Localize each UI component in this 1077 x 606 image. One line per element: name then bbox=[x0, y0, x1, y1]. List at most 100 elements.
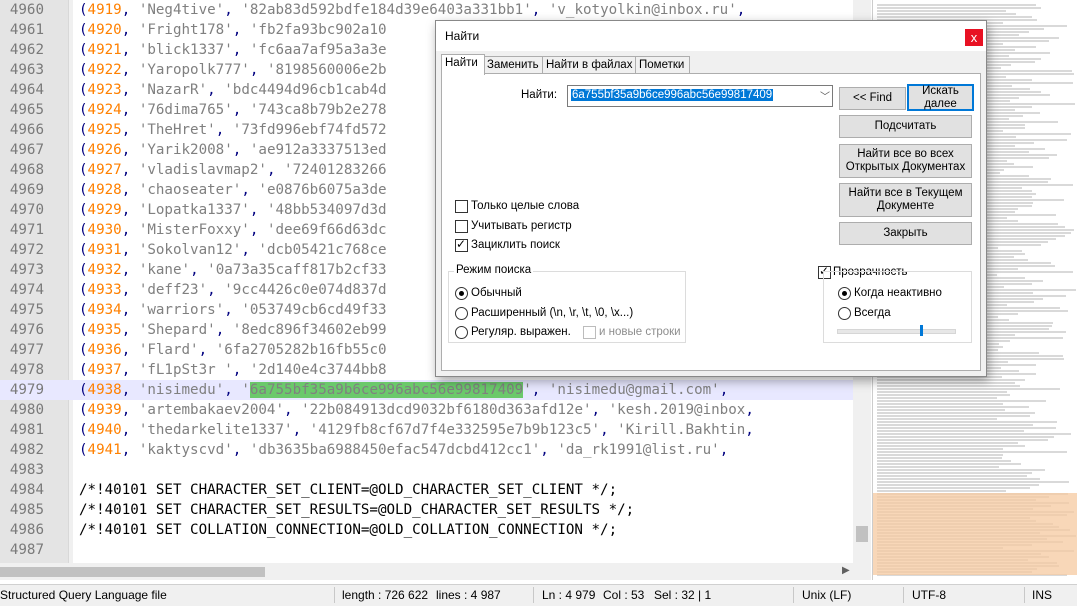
paren: ( bbox=[79, 322, 88, 338]
find-next-button[interactable]: Искать далее bbox=[907, 84, 974, 111]
wrap-around-checkbox[interactable] bbox=[455, 237, 468, 252]
comma: , bbox=[121, 442, 139, 458]
transparency-on-lose-focus-label: Когда неактивно bbox=[854, 287, 942, 299]
dialog-titlebar[interactable]: Найти x bbox=[436, 21, 986, 51]
status-lines: lines : 4 987 bbox=[436, 588, 501, 602]
username: 'Yaropolk777' bbox=[138, 62, 250, 78]
document-map-row bbox=[877, 478, 1040, 480]
status-filetype: Structured Query Language file bbox=[0, 588, 167, 602]
document-map-row bbox=[877, 4, 1036, 6]
document-map-row bbox=[877, 490, 1006, 492]
line-code: (4924, '76dima765', '743ca8b79b2e278 bbox=[79, 100, 387, 120]
comma: , bbox=[121, 82, 139, 98]
document-map-row bbox=[877, 454, 1003, 456]
mode-normal-label: Обычный bbox=[471, 287, 522, 299]
mode-extended-radio[interactable] bbox=[455, 307, 468, 320]
code-line[interactable]: 4983 bbox=[0, 460, 853, 480]
email: 'v_kotyolkin@inbox.ru' bbox=[548, 2, 737, 18]
horizontal-scrollbar[interactable]: ▶ bbox=[0, 563, 853, 580]
username: 'NazarR' bbox=[138, 82, 208, 98]
comma: , bbox=[284, 402, 302, 418]
code-line[interactable]: 4985 /*!40101 SET CHARACTER_SET_RESULTS=@… bbox=[0, 500, 853, 520]
scroll-up-icon[interactable] bbox=[853, 0, 871, 17]
comma: , bbox=[232, 442, 250, 458]
mode-normal-radio[interactable] bbox=[455, 287, 468, 300]
status-eol: Unix (LF) bbox=[802, 588, 852, 602]
username: 'deff23' bbox=[138, 282, 208, 298]
find-all-current-doc-button[interactable]: Найти все в Текущем Документе bbox=[839, 183, 972, 217]
vertical-scroll-thumb[interactable] bbox=[856, 526, 868, 542]
row-id: 4929 bbox=[87, 202, 122, 218]
transparency-always-label: Всегда bbox=[854, 307, 891, 319]
tab-find[interactable]: Найти bbox=[441, 54, 485, 75]
code-line[interactable]: 4987 bbox=[0, 540, 853, 560]
line-number: 4986 bbox=[9, 522, 44, 538]
username: 'vladislavmap2' bbox=[138, 162, 267, 178]
count-button[interactable]: Подсчитать bbox=[839, 115, 972, 138]
find-input[interactable]: 6a755bf35a9b6ce996abc56e99817409 ﹀ bbox=[567, 85, 833, 107]
document-map-row bbox=[877, 433, 1071, 435]
paren: ( bbox=[79, 22, 88, 38]
username: 'blick1337' bbox=[138, 42, 233, 58]
transparency-slider-thumb[interactable] bbox=[920, 325, 923, 336]
line-code: (4921, 'blick1337', 'fc6aa7af95a3a3e bbox=[79, 40, 387, 60]
code-line[interactable]: 4980 (4939, 'artembakaev2004', '22b084913… bbox=[0, 400, 853, 420]
tab-find-in-files[interactable]: Найти в файлах bbox=[542, 56, 636, 74]
document-map-viewport[interactable] bbox=[873, 493, 1077, 575]
chevron-down-icon[interactable]: ﹀ bbox=[820, 88, 830, 103]
transparency-always-radio[interactable] bbox=[838, 307, 851, 320]
paren: ( bbox=[79, 342, 88, 358]
username: 'Neg4tive' bbox=[138, 2, 225, 18]
line-code: (4939, 'artembakaev2004', '22b084913dcd9… bbox=[79, 400, 762, 420]
status-ln: Ln : 4 979 bbox=[542, 588, 596, 602]
code-line[interactable]: 4986 /*!40101 SET COLLATION_CONNECTION=@O… bbox=[0, 520, 853, 540]
code-line[interactable]: 4984 /*!40101 SET CHARACTER_SET_CLIENT=@O… bbox=[0, 480, 853, 500]
document-map-row bbox=[877, 10, 1006, 12]
document-map-row bbox=[877, 7, 1041, 9]
document-map-row bbox=[877, 424, 1033, 426]
password-hash: '22b084913dcd9032bf6180d363afd12e' bbox=[301, 402, 592, 418]
match-case-checkbox[interactable] bbox=[455, 220, 468, 233]
mode-regex-radio[interactable] bbox=[455, 326, 468, 339]
document-map-row bbox=[877, 460, 1011, 462]
line-number: 4987 bbox=[9, 542, 44, 558]
comma: , bbox=[207, 82, 225, 98]
row-id: 4937 bbox=[87, 362, 122, 378]
comma: , bbox=[121, 282, 139, 298]
close-icon[interactable]: x bbox=[965, 29, 983, 46]
scroll-right-icon[interactable]: ▶ bbox=[842, 565, 850, 576]
code-line[interactable]: 4960 (4919, 'Neg4tive', '82ab83d592bdfe18… bbox=[0, 0, 853, 20]
dialog-title: Найти bbox=[445, 29, 480, 43]
password-hash: '82ab83d592bdfe184d39e6403a331bb1' bbox=[241, 2, 532, 18]
comma: , bbox=[232, 42, 250, 58]
row-id: 4933 bbox=[87, 282, 122, 298]
line-number: 4978 bbox=[9, 362, 44, 378]
find-previous-button[interactable]: << Find bbox=[839, 87, 906, 110]
tab-replace[interactable]: Заменить bbox=[483, 56, 544, 74]
line-code: (4920, 'Fright178', 'fb2fa93bc902a10 bbox=[79, 20, 387, 40]
horizontal-scroll-thumb[interactable] bbox=[0, 567, 265, 577]
code-line[interactable]: 4979 (4938, 'nisimedu', '6a755bf35a9b6ce9… bbox=[0, 380, 853, 400]
comma: , bbox=[121, 222, 139, 238]
code-line[interactable]: 4982 (4941, 'kaktyscvd', 'db3635ba6988450… bbox=[0, 440, 853, 460]
match-highlight: 6a755bf35a9b6ce996abc56e99817409 bbox=[249, 382, 524, 398]
row-id: 4939 bbox=[87, 402, 122, 418]
close-button[interactable]: Закрыть bbox=[839, 222, 972, 245]
row-id: 4927 bbox=[87, 162, 122, 178]
whole-word-checkbox[interactable] bbox=[455, 200, 468, 213]
document-map-row bbox=[877, 484, 1039, 486]
transparency-on-lose-focus-radio[interactable] bbox=[838, 287, 851, 300]
password-hash: 'dee69f66d63dc bbox=[266, 222, 387, 238]
transparency-slider[interactable] bbox=[837, 325, 956, 336]
document-map-row bbox=[877, 394, 1010, 396]
regex-newline-checkbox[interactable] bbox=[583, 326, 596, 339]
password-hash: '0a73a35caff817b2cf33 bbox=[207, 262, 387, 278]
code-line[interactable]: 4981 (4940, 'thedarkelite1337', '4129fb8c… bbox=[0, 420, 853, 440]
paren: ( bbox=[79, 182, 88, 198]
line-number: 4964 bbox=[9, 82, 44, 98]
comma: , bbox=[121, 42, 139, 58]
line-code: (4938, 'nisimedu', '6a755bf35a9b6ce996ab… bbox=[79, 380, 737, 400]
find-all-open-docs-button[interactable]: Найти все во всех Открытых Документах bbox=[839, 144, 972, 178]
document-map-row bbox=[877, 472, 1032, 474]
tab-mark[interactable]: Пометки bbox=[635, 56, 690, 74]
